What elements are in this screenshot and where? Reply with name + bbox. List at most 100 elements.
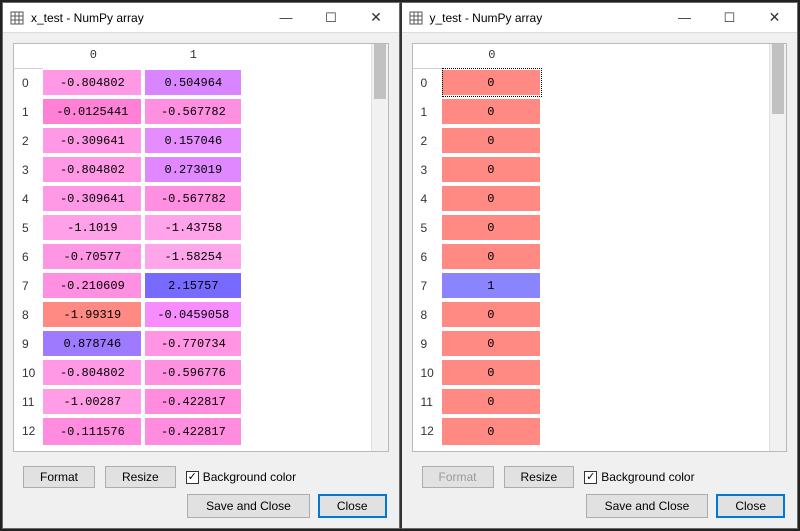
cell[interactable]: -0.309641	[43, 126, 143, 155]
cell[interactable]: 0	[442, 329, 542, 358]
row-header[interactable]: 5	[14, 213, 43, 242]
row-header[interactable]: 6	[413, 242, 442, 271]
cell[interactable]: -0.210609	[43, 271, 143, 300]
cell[interactable]: -0.567782	[143, 97, 243, 126]
row-header[interactable]: 12	[14, 416, 43, 445]
cell[interactable]: 0	[442, 97, 542, 126]
cell[interactable]: -0.70577	[43, 242, 143, 271]
maximize-button[interactable]: ☐	[707, 3, 752, 32]
column-header[interactable]: 0	[43, 44, 143, 68]
row-header[interactable]: 0	[413, 68, 442, 97]
cell[interactable]: 0	[442, 155, 542, 184]
array-grid[interactable]: 010-0.8048020.5049641-0.0125441-0.567782…	[13, 43, 389, 452]
resize-button[interactable]: Resize	[105, 466, 176, 488]
cell[interactable]: 2.15757	[143, 271, 243, 300]
window-title: x_test - NumPy array	[31, 11, 264, 25]
row-header[interactable]: 9	[14, 329, 43, 358]
row-header[interactable]: 9	[413, 329, 442, 358]
close-window-button[interactable]: ✕	[354, 3, 399, 32]
cell[interactable]: 0	[442, 126, 542, 155]
cell[interactable]: 0	[442, 184, 542, 213]
cell[interactable]: -0.422817	[143, 387, 243, 416]
resize-button[interactable]: Resize	[504, 466, 575, 488]
row-header[interactable]: 7	[413, 271, 442, 300]
cell[interactable]: -1.43758	[143, 213, 243, 242]
row-header[interactable]: 10	[413, 358, 442, 387]
save-and-close-button[interactable]: Save and Close	[187, 494, 310, 518]
row-header[interactable]: 2	[413, 126, 442, 155]
cell[interactable]: -0.0125441	[43, 97, 143, 126]
column-header[interactable]: 0	[442, 44, 542, 68]
cell[interactable]: -0.567782	[143, 184, 243, 213]
close-button[interactable]: Close	[318, 494, 387, 518]
cell[interactable]: 0.273019	[143, 155, 243, 184]
cell[interactable]: 0.878746	[43, 329, 143, 358]
cell[interactable]: -1.00287	[43, 387, 143, 416]
cell[interactable]: 0	[442, 300, 542, 329]
cell[interactable]: 0	[442, 387, 542, 416]
checkbox-box[interactable]: ✓	[584, 471, 597, 484]
cell[interactable]: -0.804802	[43, 358, 143, 387]
row-header[interactable]: 11	[413, 387, 442, 416]
close-window-button[interactable]: ✕	[752, 3, 797, 32]
cell[interactable]: -0.770734	[143, 329, 243, 358]
row-header[interactable]: 10	[14, 358, 43, 387]
cell[interactable]: 0	[442, 416, 542, 445]
array-grid[interactable]: 000102030405060718090100110120	[412, 43, 788, 452]
table-row: 12-0.111576-0.422817	[14, 416, 243, 445]
cell[interactable]: -0.0459058	[143, 300, 243, 329]
row-header[interactable]: 5	[413, 213, 442, 242]
scrollbar-thumb[interactable]	[374, 44, 386, 99]
row-header[interactable]: 1	[413, 97, 442, 126]
row-header[interactable]: 2	[14, 126, 43, 155]
row-header[interactable]: 3	[413, 155, 442, 184]
cell[interactable]: 0	[442, 68, 542, 97]
row-header[interactable]: 0	[14, 68, 43, 97]
checkbox-box[interactable]: ✓	[186, 471, 199, 484]
row-header[interactable]: 3	[14, 155, 43, 184]
row-header[interactable]: 8	[413, 300, 442, 329]
cell[interactable]: 0	[442, 213, 542, 242]
cell[interactable]: -0.596776	[143, 358, 243, 387]
table-row: 100	[413, 358, 542, 387]
grid-icon	[408, 10, 424, 26]
cell[interactable]: 0.504964	[143, 68, 243, 97]
background-color-checkbox[interactable]: ✓Background color	[186, 470, 296, 484]
column-header[interactable]: 1	[143, 44, 243, 68]
cell[interactable]: -0.111576	[43, 416, 143, 445]
cell[interactable]: 0	[442, 242, 542, 271]
cell[interactable]: -0.804802	[43, 155, 143, 184]
minimize-button[interactable]: —	[662, 3, 707, 32]
table-row: 6-0.70577-1.58254	[14, 242, 243, 271]
row-header[interactable]: 11	[14, 387, 43, 416]
row-header[interactable]: 6	[14, 242, 43, 271]
maximize-button[interactable]: ☐	[309, 3, 354, 32]
cell[interactable]: 0	[442, 358, 542, 387]
cell[interactable]: -1.99319	[43, 300, 143, 329]
row-header[interactable]: 7	[14, 271, 43, 300]
close-button[interactable]: Close	[716, 494, 785, 518]
cell[interactable]: -0.309641	[43, 184, 143, 213]
cell[interactable]: -1.58254	[143, 242, 243, 271]
minimize-button[interactable]: —	[264, 3, 309, 32]
cell[interactable]: -1.1019	[43, 213, 143, 242]
cell[interactable]: -0.804802	[43, 68, 143, 97]
row-header[interactable]: 8	[14, 300, 43, 329]
titlebar[interactable]: x_test - NumPy array—☐✕	[3, 3, 399, 33]
save-and-close-button[interactable]: Save and Close	[586, 494, 709, 518]
row-header[interactable]: 4	[413, 184, 442, 213]
vertical-scrollbar[interactable]	[769, 44, 786, 451]
titlebar[interactable]: y_test - NumPy array—☐✕	[402, 3, 798, 33]
cell[interactable]: -0.422817	[143, 416, 243, 445]
row-header[interactable]: 1	[14, 97, 43, 126]
row-header[interactable]: 4	[14, 184, 43, 213]
cell[interactable]: 0.157046	[143, 126, 243, 155]
row-header[interactable]: 12	[413, 416, 442, 445]
vertical-scrollbar[interactable]	[371, 44, 388, 451]
cell[interactable]: 1	[442, 271, 542, 300]
checkbox-label: Background color	[601, 470, 694, 484]
background-color-checkbox[interactable]: ✓ Background color	[584, 470, 694, 484]
scrollbar-thumb[interactable]	[772, 44, 784, 114]
format-button[interactable]: Format	[23, 466, 95, 488]
table-row: 00	[413, 68, 542, 97]
